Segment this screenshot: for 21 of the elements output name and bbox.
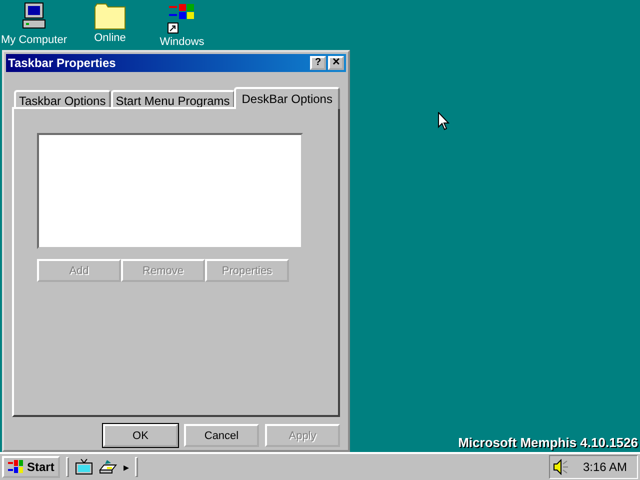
tv-icon[interactable] (75, 459, 94, 475)
close-button[interactable]: ✕ (328, 56, 344, 70)
window-title: Taskbar Properties (8, 56, 117, 70)
desktop-icon-label: Online (94, 32, 126, 44)
version-text: Microsoft Memphis 4.10.1526 (458, 435, 638, 450)
desktop-icon-label: My Computer (0, 34, 68, 46)
list-box[interactable] (37, 133, 303, 249)
mouse-pointer-icon (438, 112, 450, 131)
help-button[interactable]: ? (310, 56, 326, 70)
windows-flag-icon (8, 460, 24, 474)
tab[interactable]: DeskBar Options (234, 87, 340, 109)
dialog-button[interactable]: Cancel (184, 424, 259, 447)
start-button[interactable]: Start (2, 456, 60, 478)
windows-flag-icon[interactable] (167, 2, 197, 34)
more-arrow[interactable]: ▸ (123, 460, 130, 474)
desk-icon[interactable] (99, 459, 118, 475)
desktop-icon-label: Windows (160, 36, 204, 48)
dialog-button[interactable]: OK (103, 424, 178, 447)
folder-icon[interactable] (94, 2, 126, 30)
speaker-icon[interactable] (552, 459, 569, 475)
clock: 3:16 AM (582, 460, 627, 474)
